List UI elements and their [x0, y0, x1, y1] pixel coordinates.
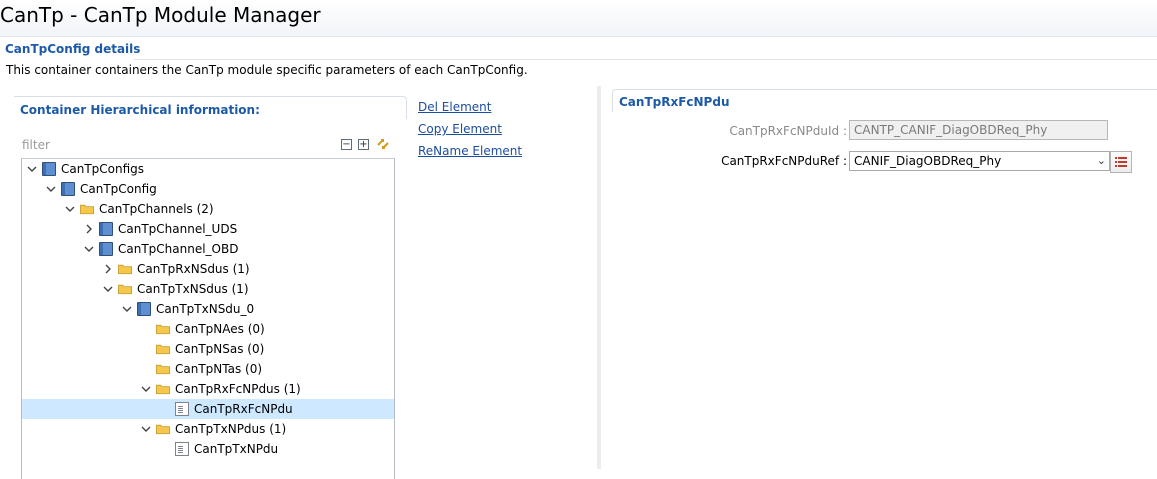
container-tree[interactable]: CanTpConfigs CanTpConfig CanTpChannels (2)…: [21, 158, 395, 479]
tree-item[interactable]: CanTpConfig: [22, 179, 394, 199]
tree-item[interactable]: CanTpRxFcNPdu: [22, 399, 394, 419]
tree-item-label: CanTpRxFcNPdus (1): [175, 382, 301, 396]
module-icon: [99, 242, 113, 256]
tree-item-label: CanTpTxNPdu: [194, 442, 279, 456]
tree-item[interactable]: CanTpNSas (0): [22, 339, 394, 359]
folder-icon: [118, 264, 132, 275]
tree-item-label: CanTpNSas (0): [175, 342, 265, 356]
hierarchy-section-header: Container Hierarchical information:: [14, 96, 407, 119]
pduid-field: CANTP_CANIF_DiagOBDReq_Phy: [849, 120, 1108, 140]
pduref-select[interactable]: CANIF_DiagOBDReq_Phy ⌄: [849, 151, 1110, 171]
tree-item[interactable]: CanTpRxFcNPdus (1): [22, 379, 394, 399]
pduid-label: CanTpRxFcNPduId :: [729, 124, 847, 138]
properties-title: CanTpRxFcNPdu: [619, 95, 730, 109]
tree-item-label: CanTpChannel_UDS: [118, 222, 238, 236]
list-icon: [1115, 157, 1127, 167]
folder-icon: [156, 324, 170, 335]
reference-list-button[interactable]: [1110, 151, 1132, 173]
hierarchy-title: Container Hierarchical information:: [20, 103, 260, 117]
document-icon: [175, 442, 189, 456]
collapse-all-icon[interactable]: −: [341, 139, 352, 150]
document-icon: [175, 402, 189, 416]
chevron-right-icon[interactable]: [102, 262, 114, 276]
tree-item-label: CanTpRxFcNPdu: [194, 402, 293, 416]
filter-input[interactable]: [22, 137, 322, 153]
tree-item[interactable]: CanTpChannels (2): [22, 199, 394, 219]
tree-item-label: CanTpConfigs: [61, 162, 145, 176]
link-with-editor-icon[interactable]: [375, 136, 391, 152]
expand-all-icon[interactable]: +: [358, 139, 369, 150]
details-description: This container containers the CanTp modu…: [6, 63, 528, 77]
module-icon: [61, 182, 75, 196]
module-icon: [137, 302, 151, 316]
tree-item-label: CanTpChannel_OBD: [118, 242, 239, 256]
tree-item-label: CanTpConfig: [80, 182, 157, 196]
tree-item[interactable]: CanTpTxNPdu: [22, 439, 394, 459]
tree-item-label: CanTpTxNSdus (1): [137, 282, 249, 296]
chevron-down-icon[interactable]: [102, 282, 114, 296]
details-title: CanTpConfig details: [5, 42, 141, 56]
tree-item[interactable]: CanTpRxNSdus (1): [22, 259, 394, 279]
folder-icon: [156, 424, 170, 435]
chevron-down-icon[interactable]: ⌄: [1097, 154, 1106, 167]
copy-element-link[interactable]: Copy Element: [418, 122, 502, 136]
container-hierarchy-panel: Container Hierarchical information: − + …: [14, 96, 408, 479]
tree-item-label: CanTpChannels (2): [99, 202, 214, 216]
del-element-link[interactable]: Del Element: [418, 100, 491, 114]
tree-item[interactable]: CanTpChannel_UDS: [22, 219, 394, 239]
module-icon: [99, 222, 113, 236]
tree-item[interactable]: CanTpTxNSdu_0: [22, 299, 394, 319]
tree-item-label: CanTpNAes (0): [175, 322, 265, 336]
chevron-down-icon[interactable]: [140, 382, 152, 396]
tree-item[interactable]: CanTpNAes (0): [22, 319, 394, 339]
tree-item-label: CanTpNTas (0): [175, 362, 263, 376]
folder-icon: [80, 204, 94, 215]
module-icon: [42, 162, 56, 176]
chevron-down-icon[interactable]: [64, 202, 76, 216]
properties-section-header: CanTpRxFcNPdu: [612, 89, 1157, 112]
panel-splitter[interactable]: [597, 86, 601, 469]
tree-item[interactable]: CanTpChannel_OBD: [22, 239, 394, 259]
editor-title-bar: CanTp - CanTp Module Manager: [0, 0, 1157, 37]
pduref-select-value: CANIF_DiagOBDReq_Phy: [854, 154, 1002, 168]
chevron-down-icon[interactable]: [140, 422, 152, 436]
tree-item[interactable]: CanTpConfigs: [22, 159, 394, 179]
chevron-right-icon[interactable]: [83, 222, 95, 236]
chevron-down-icon[interactable]: [26, 162, 38, 176]
tree-item-label: CanTpRxNSdus (1): [137, 262, 250, 276]
chevron-down-icon[interactable]: [45, 182, 57, 196]
chevron-down-icon[interactable]: [83, 242, 95, 256]
folder-icon: [156, 384, 170, 395]
tree-item[interactable]: CanTpNTas (0): [22, 359, 394, 379]
folder-icon: [156, 344, 170, 355]
tree-item-label: CanTpTxNSdu_0: [156, 302, 255, 316]
tree-item-label: CanTpTxNPdus (1): [175, 422, 287, 436]
tree-item[interactable]: CanTpTxNPdus (1): [22, 419, 394, 439]
rename-element-link[interactable]: ReName Element: [418, 144, 522, 158]
window-title: CanTp - CanTp Module Manager: [0, 3, 321, 27]
folder-icon: [118, 284, 132, 295]
tree-item[interactable]: CanTpTxNSdus (1): [22, 279, 394, 299]
chevron-down-icon[interactable]: [121, 302, 133, 316]
folder-icon: [156, 364, 170, 375]
section-divider: [134, 59, 1157, 60]
pduref-label: CanTpRxFcNPduRef :: [721, 154, 847, 168]
